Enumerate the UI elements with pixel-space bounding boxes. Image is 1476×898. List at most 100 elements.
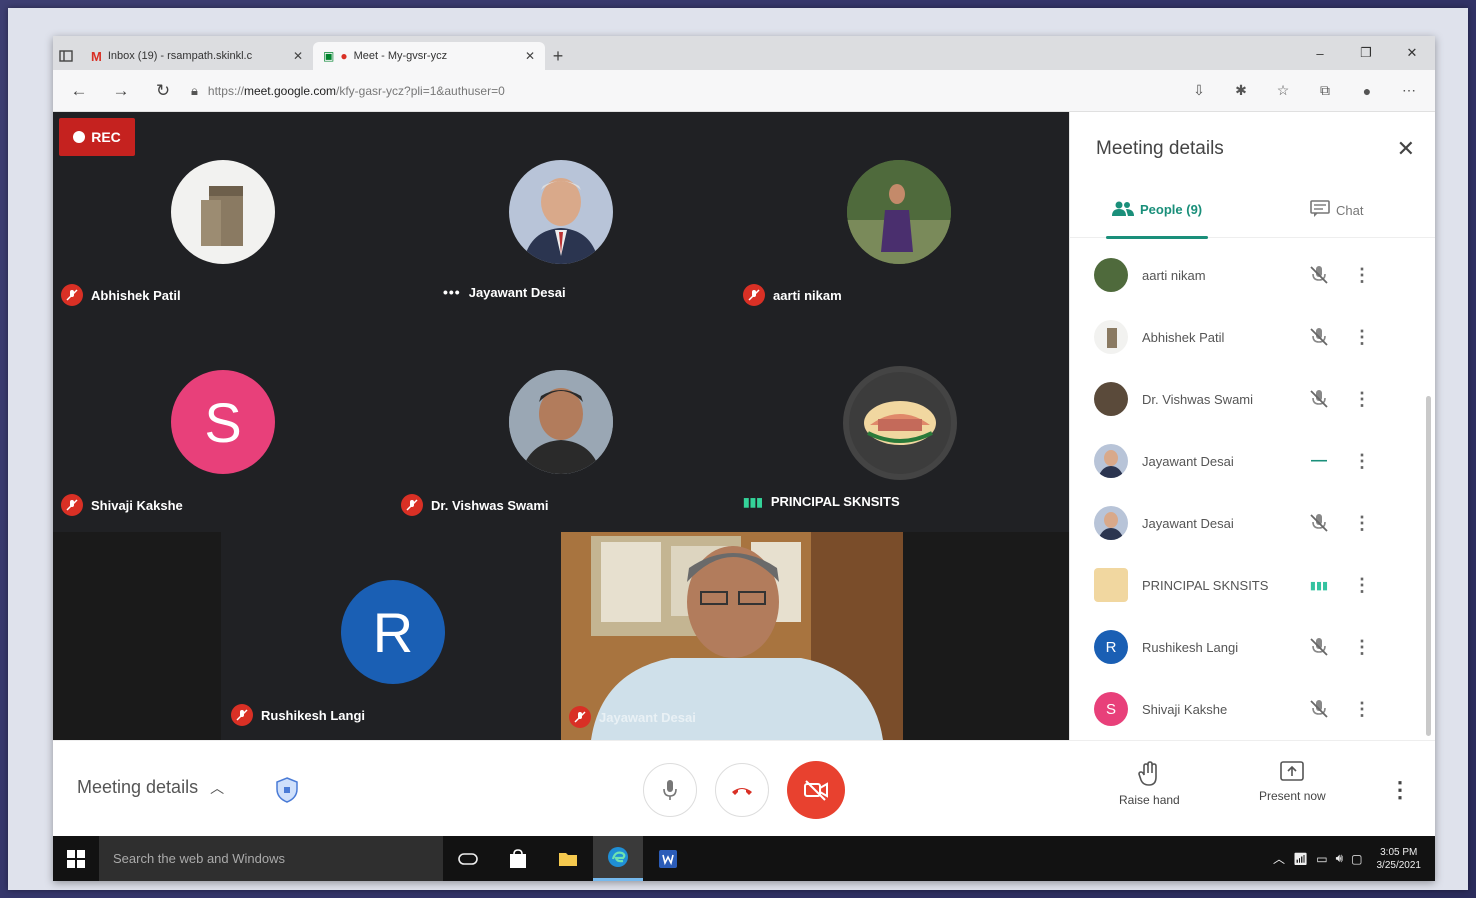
speaking-icon: ▮▮▮ [1309,579,1329,592]
participant-tile[interactable]: Dr. Vishwas Swami [391,322,731,532]
shield-icon[interactable] [275,777,299,803]
microphone-button[interactable] [643,763,697,817]
windows-taskbar: Search the web and Windows ︿ 📶︎ ▭ 🔊︎ ▢ 3… [53,836,1435,881]
list-item[interactable]: aarti nikam ⋮ [1070,244,1435,306]
close-tab-icon[interactable]: ✕ [525,49,535,63]
present-now-button[interactable]: Present now [1259,761,1326,803]
task-view-icon[interactable] [443,836,493,881]
participant-tile[interactable]: R Rushikesh Langi [221,532,561,740]
participant-tile[interactable]: S Shivaji Kakshe [53,322,391,532]
participant-name: Dr. Vishwas Swami [1142,391,1254,407]
url-text: https://meet.google.com/kfy-gasr-ycz?pli… [207,83,505,98]
meeting-details-button[interactable]: Meeting details ︿ [77,777,224,798]
notifications-icon[interactable]: ▢ [1351,852,1362,866]
mic-off-icon [1304,389,1334,409]
tab-gmail[interactable]: M Inbox (19) - rsampath.skinkl.c ✕ [81,42,313,70]
participant-name-tag: Jayawant Desai [569,706,696,728]
lock-icon: 🔒︎ [191,82,198,98]
list-item[interactable]: Dr. Vishwas Swami ⋮ [1070,368,1435,430]
clock[interactable]: 3:05 PM 3/25/2021 [1377,846,1422,872]
more-options-icon[interactable]: ⋮ [1352,575,1372,596]
participant-tile[interactable]: ••• Jayawant Desai [391,112,731,322]
avatar [1094,320,1128,354]
video-grid: REC Abhishek Patil ••• Jayawant Desai aa… [53,112,1069,740]
volume-icon[interactable]: 🔊︎ [1336,851,1344,866]
network-icon[interactable]: 📶︎ [1293,852,1308,866]
more-options-icon[interactable]: ⋮ [1352,265,1372,286]
profile-icon[interactable]: ● [1353,83,1381,99]
hang-up-icon [732,788,752,795]
call-controls-bar: Meeting details ︿ Raise hand Present now… [53,740,1435,836]
list-item[interactable]: Jayawant Desai ⋮ [1070,492,1435,554]
more-options-icon[interactable]: ⋮ [1352,637,1372,658]
camera-off-button[interactable] [787,761,845,819]
video-off-icon [804,780,828,801]
list-item[interactable]: Jayawant Desai — ⋮ [1070,430,1435,492]
forward-icon[interactable]: → [107,81,135,101]
close-tab-icon[interactable]: ✕ [293,49,303,63]
more-options-icon[interactable]: ⋮ [1352,389,1372,410]
panel-title: Meeting details [1096,138,1224,159]
participant-name: Rushikesh Langi [1142,639,1239,655]
more-options-icon[interactable]: ⋮ [1389,777,1411,803]
mic-off-icon [743,284,765,306]
more-options-icon[interactable]: ⋮ [1352,699,1372,720]
tab-people[interactable]: People (9) [1105,200,1209,239]
raise-hand-button[interactable]: Raise hand [1119,761,1180,807]
mic-off-icon [1304,699,1334,719]
participant-name: Jayawant Desai [1142,515,1234,531]
participant-video-tile[interactable]: Jayawant Desai [561,532,903,740]
close-window-icon[interactable]: ✕ [1389,45,1435,61]
address-field[interactable]: 🔒︎ https://meet.google.com/kfy-gasr-ycz?… [191,76,1171,106]
participant-name-tag: aarti nikam [743,284,842,306]
collections-icon[interactable]: ⧉ [1311,82,1339,99]
more-options-icon[interactable]: ⋮ [1352,327,1372,348]
tab-chat[interactable]: Chat [1310,200,1363,221]
gmail-icon: M [91,48,102,64]
empty-tile [53,532,221,740]
more-options-icon[interactable]: ⋮ [1352,513,1372,534]
chevron-up-icon[interactable]: ︿ [1273,850,1285,867]
word-icon[interactable] [643,836,693,881]
tab-actions-icon[interactable] [53,42,81,70]
more-icon[interactable]: ⋯ [1395,82,1423,99]
minimize-icon[interactable]: – [1297,46,1343,61]
favorites-icon[interactable]: ☆ [1269,82,1297,99]
new-tab-button[interactable]: + [545,42,571,70]
tab-meet[interactable]: ▣ ● Meet - My-gvsr-ycz ✕ [313,42,545,70]
avatar [509,160,613,264]
people-icon [1112,200,1134,219]
meeting-details-panel: Meeting details ✕ People (9) Chat aarti … [1069,112,1435,740]
extensions-icon[interactable]: ✱ [1227,82,1255,99]
battery-icon[interactable]: ▭ [1316,852,1327,866]
file-explorer-icon[interactable] [543,836,593,881]
scrollbar[interactable] [1426,396,1431,736]
participant-tile[interactable]: ▮▮▮ PRINCIPAL SKNSITS [731,322,1069,532]
connecting-icon: — [1311,452,1327,469]
list-item[interactable]: PRINCIPAL SKNSITS ▮▮▮ ⋮ [1070,554,1435,616]
download-icon[interactable]: ⇩ [1185,82,1213,99]
browser-window: M Inbox (19) - rsampath.skinkl.c ✕ ▣ ● M… [53,36,1435,881]
store-icon[interactable] [493,836,543,881]
list-item[interactable]: S Shivaji Kakshe ⋮ [1070,678,1435,740]
more-options-icon[interactable]: ⋮ [1352,451,1372,472]
maximize-icon[interactable]: ❐ [1343,45,1389,61]
hang-up-button[interactable] [715,763,769,817]
participant-tile[interactable]: Abhishek Patil [53,112,391,322]
list-item[interactable]: Abhishek Patil ⋮ [1070,306,1435,368]
empty-tile [903,532,1069,740]
speaking-icon: ▮▮▮ [743,494,763,509]
edge-icon[interactable] [593,836,643,881]
refresh-icon[interactable]: ↻ [149,81,177,101]
avatar [1094,258,1128,292]
avatar: S [1094,692,1128,726]
participant-tile[interactable]: aarti nikam [731,112,1069,322]
list-item[interactable]: R Rushikesh Langi ⋮ [1070,616,1435,678]
windows-start-icon[interactable] [53,836,99,881]
panel-tabs: People (9) Chat [1070,188,1435,239]
close-icon[interactable]: ✕ [1397,136,1415,162]
participant-name-tag: Abhishek Patil [61,284,181,306]
mic-off-icon [1304,513,1334,533]
taskbar-search-input[interactable]: Search the web and Windows [99,836,443,881]
back-icon[interactable]: ← [65,81,93,101]
